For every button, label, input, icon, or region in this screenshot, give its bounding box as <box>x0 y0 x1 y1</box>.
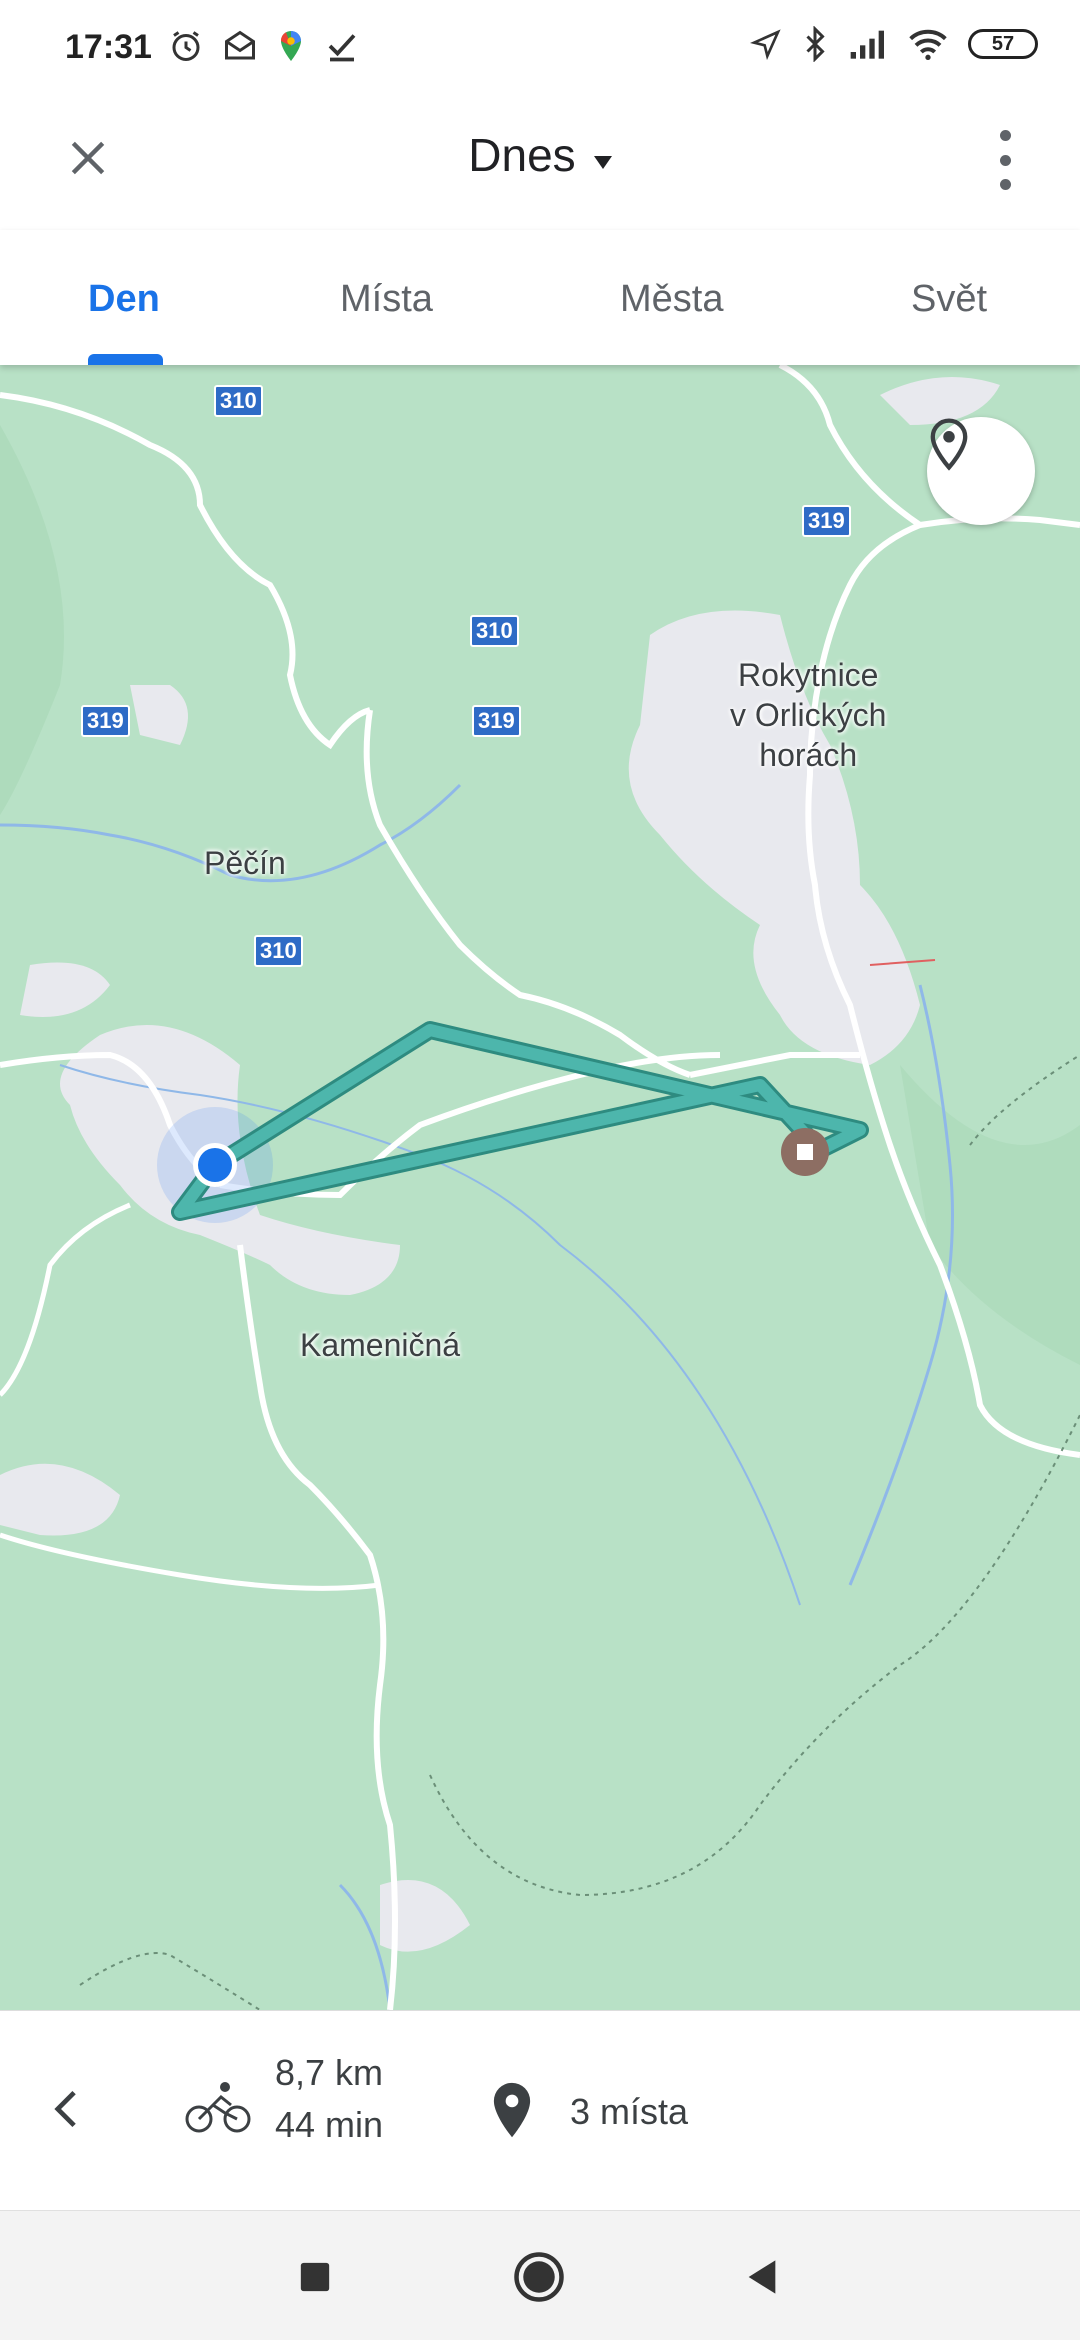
map-label-pecin: Pěčín <box>204 845 286 881</box>
check-icon <box>328 34 356 62</box>
road-shield-310: 310 <box>470 615 519 647</box>
day-summary: 8,7 km 44 min 3 místa <box>0 2010 1080 2210</box>
road-shield-310: 310 <box>254 935 303 967</box>
road-shield-319: 319 <box>472 705 521 737</box>
places-pin-button[interactable] <box>927 417 1035 525</box>
tab-mesta[interactable]: Města <box>620 278 723 321</box>
back-triangle-icon <box>748 2260 776 2294</box>
date-selector[interactable]: Dnes <box>0 128 1080 182</box>
location-icon <box>750 29 781 60</box>
alarm-icon <box>172 31 200 61</box>
map-label-rokytnice: Rokytnice v Orlických horách <box>730 657 887 773</box>
recents-button[interactable] <box>287 2249 343 2305</box>
status-time: 17:31 <box>65 28 152 66</box>
status-bar: 17:31 57 <box>0 0 1080 100</box>
bicycle-icon <box>185 2082 251 2133</box>
road-shield-319: 319 <box>81 705 130 737</box>
map-pin-icon <box>930 418 968 471</box>
previous-day-button[interactable] <box>40 2079 90 2139</box>
place-icon <box>493 2082 531 2138</box>
bluetooth-icon <box>806 26 825 62</box>
map-label-kamenicna: Kameničná <box>300 1327 461 1363</box>
system-nav-bar <box>0 2210 1080 2340</box>
tab-indicator <box>88 354 163 365</box>
map-view[interactable]: Rokytnice v Orlických horách Pěčín Kamen… <box>0 365 1080 2010</box>
places-count[interactable]: 3 místa <box>570 2091 688 2133</box>
tab-den[interactable]: Den <box>88 278 160 321</box>
maps-icon <box>280 31 301 61</box>
more-options-button[interactable] <box>990 130 1020 190</box>
square-icon <box>300 2262 330 2292</box>
tab-svet[interactable]: Svět <box>911 278 987 321</box>
home-circle-icon <box>514 2252 564 2302</box>
wifi-icon <box>909 29 947 60</box>
dropdown-caret-icon <box>593 156 612 170</box>
system-icons: 57 <box>750 26 1038 62</box>
notification-icons <box>168 28 360 64</box>
more-vert-icon <box>999 130 1011 141</box>
duration-value: 44 min <box>275 2104 384 2145</box>
chevron-left-icon <box>54 2090 76 2128</box>
signal-icon <box>850 30 884 59</box>
app-bar: Dnes <box>0 100 1080 230</box>
map-canvas <box>0 365 1080 2010</box>
page-title: Dnes <box>468 129 576 181</box>
tab-bar: Den Místa Města Svět <box>0 230 1080 365</box>
mail-icon <box>225 30 255 60</box>
tab-mista[interactable]: Místa <box>340 278 433 321</box>
back-button[interactable] <box>734 2249 790 2305</box>
road-shield-310: 310 <box>214 385 263 417</box>
home-button[interactable] <box>511 2249 567 2305</box>
road-shield-319: 319 <box>802 505 851 537</box>
distance-duration: 8,7 km 44 min <box>275 2047 383 2151</box>
battery-indicator: 57 <box>968 29 1038 59</box>
distance-value: 8,7 km <box>275 2052 384 2093</box>
